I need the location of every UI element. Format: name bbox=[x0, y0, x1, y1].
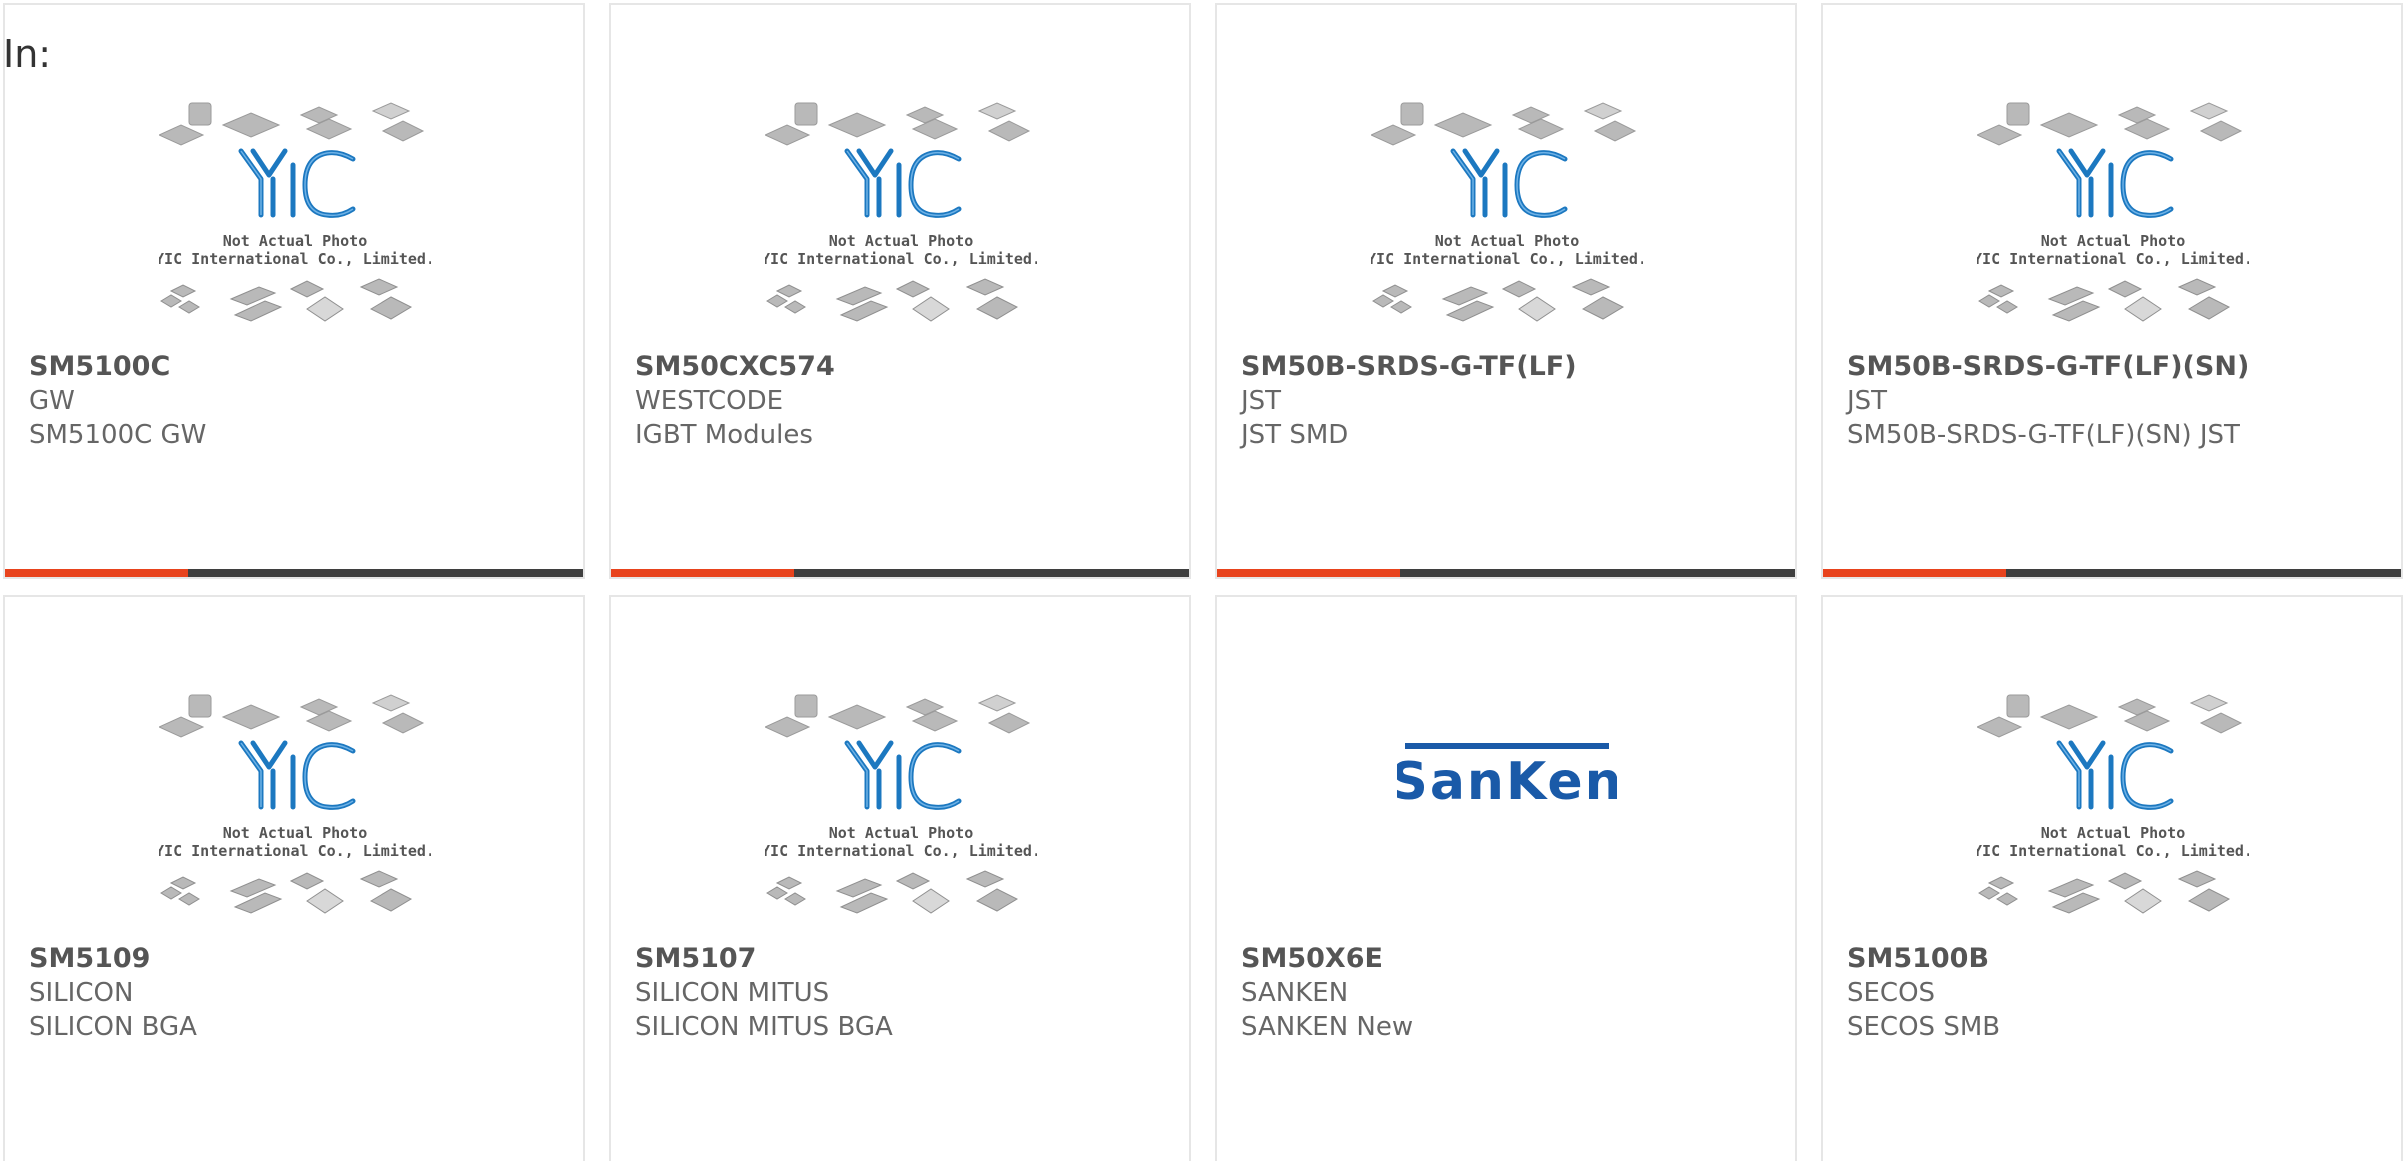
product-grid: Not Actual Photo YIC International Co., … bbox=[3, 3, 2403, 1161]
placeholder-caption-2: YIC International Co., Limited. bbox=[765, 250, 1037, 268]
manufacturer-text: GW bbox=[29, 386, 75, 416]
yic-placeholder-image: Not Actual Photo YIC International Co., … bbox=[159, 102, 431, 322]
manufacturer-text: SILICON bbox=[29, 978, 134, 1008]
product-image[interactable]: Not Actual Photo YIC International Co., … bbox=[159, 95, 431, 345]
card-accent-bar bbox=[5, 569, 188, 577]
yic-placeholder-image: Not Actual Photo YIC International Co., … bbox=[765, 694, 1037, 914]
placeholder-caption-2: YIC International Co., Limited. bbox=[765, 842, 1037, 860]
product-card[interactable]: Not Actual Photo YIC International Co., … bbox=[609, 3, 1191, 579]
part-number-link[interactable]: SM50X6E bbox=[1241, 942, 1783, 976]
filter-label: In: bbox=[3, 32, 52, 76]
part-number-link[interactable]: SM50B-SRDS-G-TF(LF) bbox=[1241, 350, 1783, 384]
placeholder-caption-2: YIC International Co., Limited. bbox=[1371, 250, 1643, 268]
manufacturer-text: JST bbox=[1241, 386, 1282, 416]
manufacturer-text: SILICON MITUS bbox=[635, 978, 830, 1008]
product-info: SM50B-SRDS-G-TF(LF) JST JST SMD bbox=[1241, 350, 1783, 452]
description-text: SILICON BGA bbox=[29, 1012, 197, 1042]
product-card[interactable]: SanKen SM50X6E SANKEN SANKEN New bbox=[1215, 595, 1797, 1161]
placeholder-caption-1: Not Actual Photo bbox=[223, 824, 368, 842]
product-card[interactable]: Not Actual Photo YIC International Co., … bbox=[1215, 3, 1797, 579]
product-card[interactable]: Not Actual Photo YIC International Co., … bbox=[609, 595, 1191, 1161]
card-accent-bar bbox=[611, 569, 794, 577]
sanken-logo-image: SanKen bbox=[1390, 743, 1622, 812]
yic-placeholder-image: Not Actual Photo YIC International Co., … bbox=[1371, 102, 1643, 322]
placeholder-caption-1: Not Actual Photo bbox=[829, 232, 974, 250]
placeholder-caption-2: YIC International Co., Limited. bbox=[159, 250, 431, 268]
product-card[interactable]: Not Actual Photo YIC International Co., … bbox=[1821, 3, 2403, 579]
product-info: SM50X6E SANKEN SANKEN New bbox=[1241, 942, 1783, 1044]
placeholder-caption-1: Not Actual Photo bbox=[829, 824, 974, 842]
sanken-logo-text: SanKen bbox=[1397, 752, 1617, 812]
card-base-bar bbox=[188, 569, 583, 577]
card-base-bar bbox=[794, 569, 1189, 577]
description-text: IGBT Modules bbox=[635, 420, 813, 450]
description-text: SM50B-SRDS-G-TF(LF)(SN) JST bbox=[1847, 420, 2240, 450]
product-info: SM5109 SILICON SILICON BGA bbox=[29, 942, 571, 1044]
placeholder-caption-1: Not Actual Photo bbox=[1435, 232, 1580, 250]
manufacturer-text: SANKEN bbox=[1241, 978, 1349, 1008]
product-info: SM50B-SRDS-G-TF(LF)(SN) JST SM50B-SRDS-G-T… bbox=[1847, 350, 2389, 452]
part-number-link[interactable]: SM5107 bbox=[635, 942, 1177, 976]
part-number-link[interactable]: SM5100B bbox=[1847, 942, 2389, 976]
product-info: SM5107 SILICON MITUS SILICON MITUS BGA bbox=[635, 942, 1177, 1044]
product-info: SM5100C GW SM5100C GW bbox=[29, 350, 571, 452]
product-image[interactable]: Not Actual Photo YIC International Co., … bbox=[1977, 95, 2249, 345]
description-text: JST SMD bbox=[1241, 420, 1349, 450]
part-number-link[interactable]: SM50CXC574 bbox=[635, 350, 1177, 384]
card-accent-bar bbox=[1823, 569, 2006, 577]
card-base-bar bbox=[1400, 569, 1795, 577]
description-text: SECOS SMB bbox=[1847, 1012, 2001, 1042]
placeholder-caption-2: YIC International Co., Limited. bbox=[1977, 250, 2249, 268]
placeholder-caption-1: Not Actual Photo bbox=[2041, 232, 2186, 250]
description-text: SM5100C GW bbox=[29, 420, 207, 450]
part-number-link[interactable]: SM50B-SRDS-G-TF(LF)(SN) bbox=[1847, 350, 2389, 384]
product-card[interactable]: Not Actual Photo YIC International Co., … bbox=[3, 595, 585, 1161]
product-card[interactable]: Not Actual Photo YIC International Co., … bbox=[1821, 595, 2403, 1161]
product-info: SM50CXC574 WESTCODE IGBT Modules bbox=[635, 350, 1177, 452]
card-base-bar bbox=[2006, 569, 2401, 577]
card-accent-bar bbox=[1217, 569, 1400, 577]
product-image[interactable]: Not Actual Photo YIC International Co., … bbox=[1371, 95, 1643, 345]
part-number-link[interactable]: SM5109 bbox=[29, 942, 571, 976]
yic-placeholder-image: Not Actual Photo YIC International Co., … bbox=[1977, 694, 2249, 914]
product-image[interactable]: Not Actual Photo YIC International Co., … bbox=[765, 687, 1037, 937]
product-info: SM5100B SECOS SECOS SMB bbox=[1847, 942, 2389, 1044]
yic-placeholder-image: Not Actual Photo YIC International Co., … bbox=[765, 102, 1037, 322]
manufacturer-text: JST bbox=[1847, 386, 1888, 416]
part-number-link[interactable]: SM5100C bbox=[29, 350, 571, 384]
manufacturer-text: WESTCODE bbox=[635, 386, 784, 416]
placeholder-caption-2: YIC International Co., Limited. bbox=[159, 842, 431, 860]
description-text: SILICON MITUS BGA bbox=[635, 1012, 893, 1042]
yic-placeholder-image: Not Actual Photo YIC International Co., … bbox=[1977, 102, 2249, 322]
yic-placeholder-image: Not Actual Photo YIC International Co., … bbox=[159, 694, 431, 914]
product-image[interactable]: Not Actual Photo YIC International Co., … bbox=[159, 687, 431, 937]
manufacturer-text: SECOS bbox=[1847, 978, 1936, 1008]
placeholder-caption-1: Not Actual Photo bbox=[2041, 824, 2186, 842]
placeholder-caption-2: YIC International Co., Limited. bbox=[1977, 842, 2249, 860]
product-image[interactable]: Not Actual Photo YIC International Co., … bbox=[765, 95, 1037, 345]
placeholder-caption-1: Not Actual Photo bbox=[223, 232, 368, 250]
product-image[interactable]: SanKen bbox=[1390, 737, 1622, 817]
product-image[interactable]: Not Actual Photo YIC International Co., … bbox=[1977, 687, 2249, 937]
page: In: Not Actual Photo YIC International C… bbox=[0, 0, 2406, 1161]
description-text: SANKEN New bbox=[1241, 1012, 1414, 1042]
product-card[interactable]: Not Actual Photo YIC International Co., … bbox=[3, 3, 585, 579]
